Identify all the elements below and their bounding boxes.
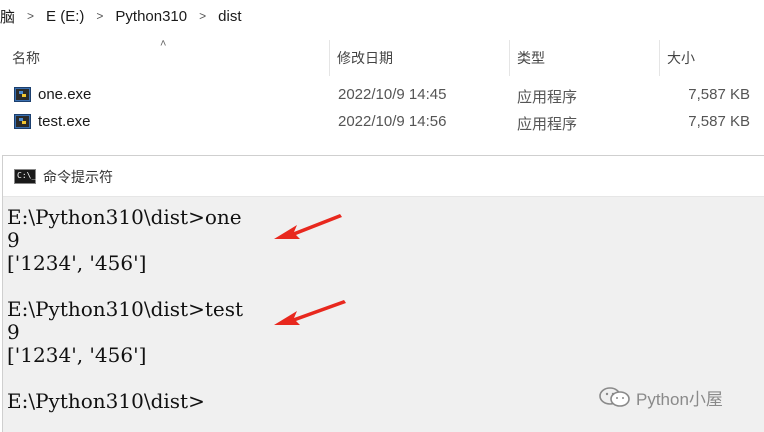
column-divider[interactable] xyxy=(509,40,510,76)
column-divider[interactable] xyxy=(659,40,660,76)
file-explorer: 脑 > E (E:) > Python310 > dist ˄ 名称 修改日期 … xyxy=(0,0,764,152)
breadcrumb-item-drive[interactable]: E (E:) xyxy=(42,8,88,25)
file-row[interactable]: test.exe 2022/10/9 14:56 应用程序 7,587 KB xyxy=(0,109,764,135)
wechat-icon xyxy=(599,387,630,407)
breadcrumb-item-this-pc[interactable]: 脑 xyxy=(0,6,19,27)
python-exe-icon xyxy=(14,114,31,129)
column-header-modified[interactable]: 修改日期 xyxy=(337,48,393,68)
watermark-text: Python小屋 xyxy=(636,389,723,409)
console-line: 9 xyxy=(7,228,20,252)
annotation-arrow-icon xyxy=(274,214,342,239)
console-output[interactable]: E:\Python310\dist>one 9 ['1234', '456'] … xyxy=(7,206,747,413)
file-name[interactable]: test.exe xyxy=(38,113,91,130)
file-size: 7,587 KB xyxy=(688,86,750,103)
console-line: E:\Python310\dist>one xyxy=(7,205,242,229)
file-type: 应用程序 xyxy=(517,116,578,133)
breadcrumb-item-python310[interactable]: Python310 xyxy=(111,8,191,25)
watermark: Python小屋 xyxy=(598,384,723,410)
breadcrumb-separator[interactable]: > xyxy=(191,9,214,23)
column-divider[interactable] xyxy=(329,40,330,76)
breadcrumb-separator[interactable]: > xyxy=(19,9,42,23)
file-modified: 2022/10/9 14:45 xyxy=(338,86,447,103)
console-line: 9 xyxy=(7,320,20,344)
console-line: ['1234', '456'] xyxy=(7,343,147,367)
column-header-type[interactable]: 类型 xyxy=(517,48,545,68)
file-size: 7,587 KB xyxy=(688,113,750,130)
title-bar[interactable]: C:\_ 命令提示符 xyxy=(3,156,764,197)
column-header-row: 名称 修改日期 类型 大小 xyxy=(0,36,764,76)
annotation-arrow-icon xyxy=(274,300,346,325)
cmd-icon-label: C:\_ xyxy=(17,171,37,180)
file-row[interactable]: one.exe 2022/10/9 14:45 应用程序 7,587 KB xyxy=(0,82,764,108)
console-line: ['1234', '456'] xyxy=(7,251,147,275)
breadcrumb-separator[interactable]: > xyxy=(88,9,111,23)
column-header-size[interactable]: 大小 xyxy=(667,48,695,68)
cmd-icon: C:\_ xyxy=(14,169,36,184)
column-header-name[interactable]: 名称 xyxy=(12,48,40,68)
breadcrumb-item-dist[interactable]: dist xyxy=(214,8,245,25)
window-title: 命令提示符 xyxy=(43,169,113,185)
file-name[interactable]: one.exe xyxy=(38,86,91,103)
file-modified: 2022/10/9 14:56 xyxy=(338,113,447,130)
console-line: E:\Python310\dist>test xyxy=(7,297,244,321)
file-type: 应用程序 xyxy=(517,89,578,106)
breadcrumb: 脑 > E (E:) > Python310 > dist xyxy=(0,0,245,32)
python-exe-icon xyxy=(14,87,31,102)
